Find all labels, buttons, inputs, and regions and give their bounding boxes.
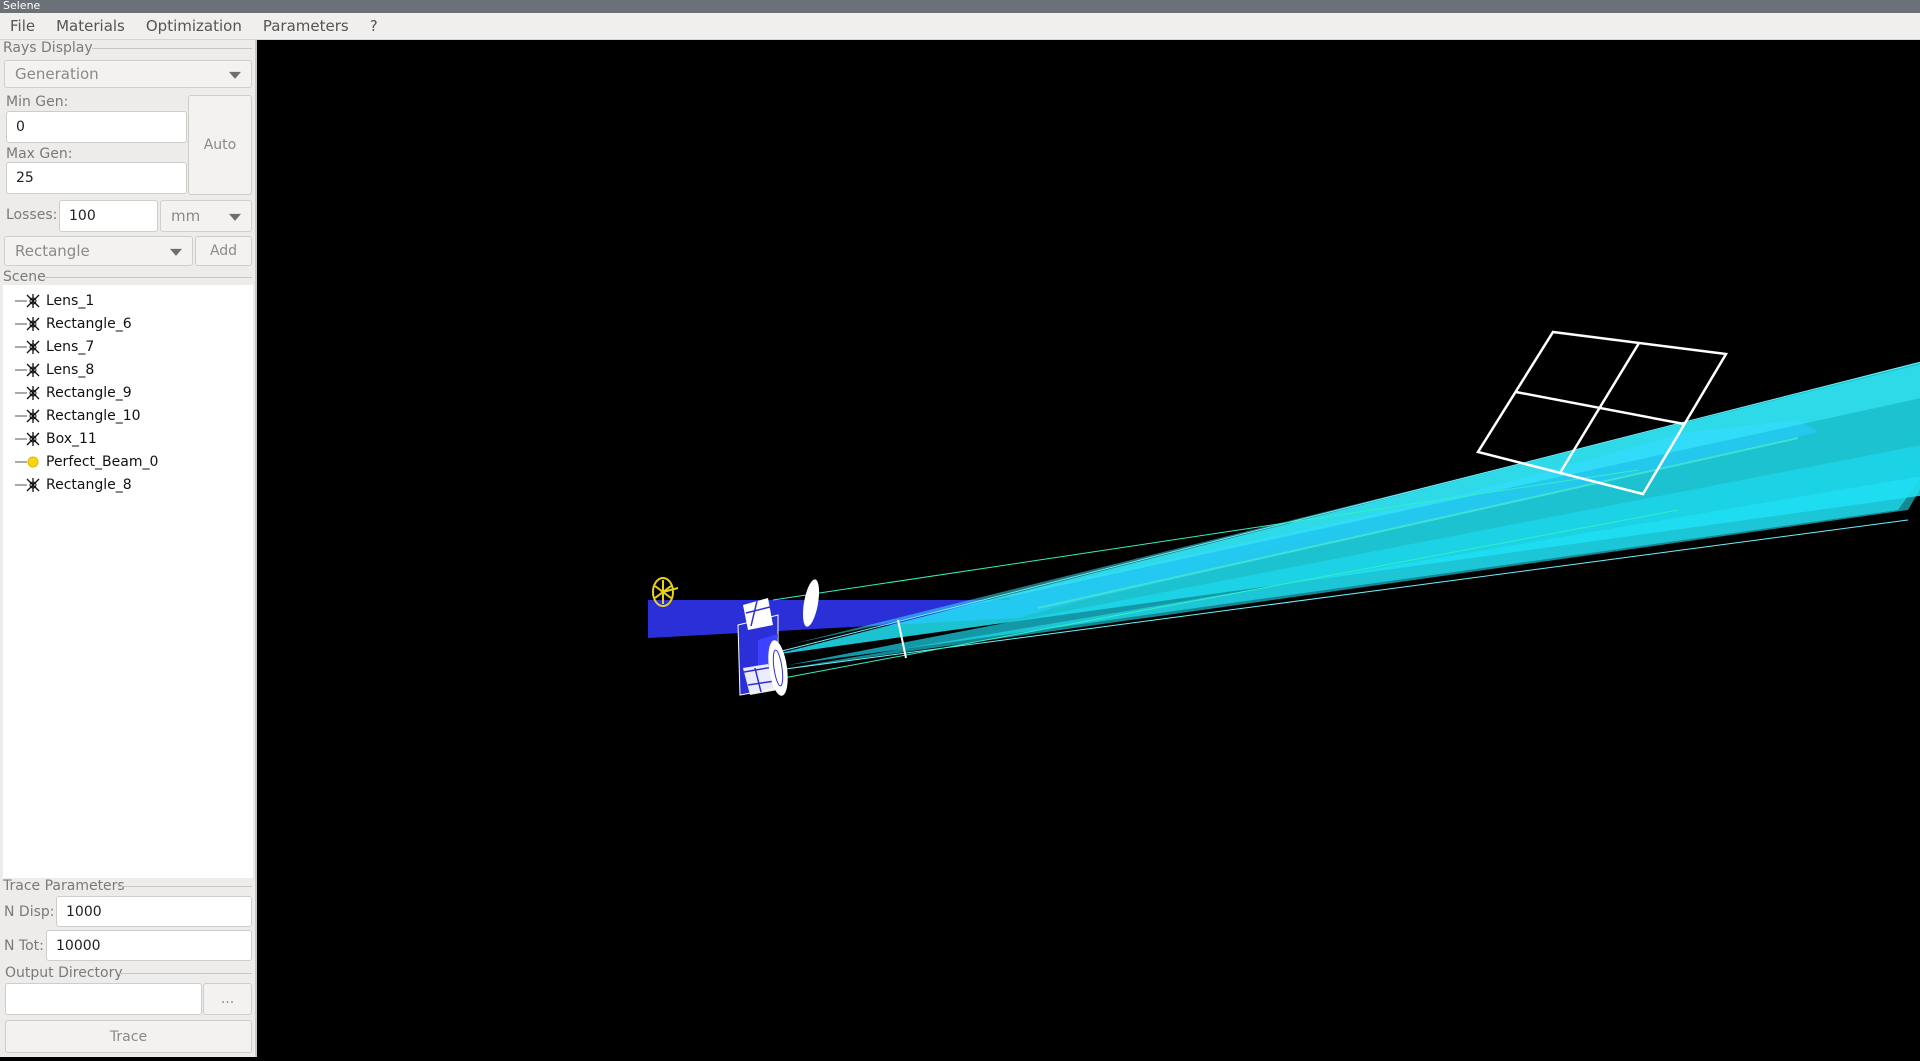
scene-item-label: Rectangle_9 [46,384,132,401]
rays-display-group-label: Rays Display [3,40,93,56]
menu-bar: File Materials Optimization Parameters ? [0,13,1920,40]
scene-item-rectangle-8[interactable]: Rectangle_8 [3,473,253,496]
object-type-value: Rectangle [15,242,90,260]
scene-item-rectangle-10[interactable]: Rectangle_10 [3,404,253,427]
scene-item-box-11[interactable]: Box_11 [3,427,253,450]
min-gen-value: 0 [16,119,25,135]
scene-item-label: Rectangle_10 [46,407,141,424]
max-gen-label: Max Gen: [6,146,73,162]
scene-item-lens-7[interactable]: Lens_7 [3,335,253,358]
scene-item-label: Box_11 [46,430,97,447]
scene-item-label: Lens_1 [46,292,95,309]
n-tot-input[interactable]: 10000 [46,930,252,961]
optical-element-icon [15,339,40,354]
chevron-down-icon [229,71,241,79]
add-object-button[interactable]: Add [195,236,252,266]
n-disp-input[interactable]: 1000 [56,896,252,927]
losses-value: 100 [69,208,96,224]
cyan-ray-fan [772,361,1920,681]
menu-optimization[interactable]: Optimization [136,17,253,35]
scene-item-label: Perfect_Beam_0 [46,453,159,470]
losses-unit-dropdown[interactable]: mm [160,200,252,232]
n-disp-value: 1000 [66,903,102,920]
group-divider [118,973,252,974]
object-type-dropdown[interactable]: Rectangle [4,236,193,266]
optical-element-icon [15,316,40,331]
losses-unit-value: mm [171,207,201,225]
rays-display-mode-dropdown[interactable]: Generation [4,60,252,88]
optical-element-icon [15,408,40,423]
trace-button-label: Trace [109,1028,148,1045]
window-title: Selene [3,0,41,12]
scene-tree[interactable]: Lens_1 Rectangle_6 Lens_7 Lens_8 Rectang… [3,285,253,878]
output-directory-group-label: Output Directory [5,965,123,981]
losses-input[interactable]: 100 [59,200,158,232]
losses-label: Losses: [6,207,58,223]
scene-item-rectangle-6[interactable]: Rectangle_6 [3,312,253,335]
light-source-icon [15,456,39,467]
group-divider [118,886,252,887]
scene-item-label: Rectangle_8 [46,476,132,493]
output-directory-input[interactable] [5,983,202,1015]
scene-group-label: Scene [3,269,46,285]
scene-item-lens-1[interactable]: Lens_1 [3,289,253,312]
optical-element-icon [15,431,40,446]
scene-3d-viewport[interactable] [258,40,1920,1057]
min-gen-label: Min Gen: [6,94,69,110]
group-divider [92,48,252,49]
n-tot-value: 10000 [56,937,101,954]
optical-element-icon [15,293,40,308]
scene-item-rectangle-9[interactable]: Rectangle_9 [3,381,253,404]
ray-trace-render[interactable] [258,40,1920,1057]
max-gen-input[interactable]: 25 [6,162,187,194]
browse-button-label: ... [220,991,235,1007]
trace-parameters-group-label: Trace Parameters [3,878,125,894]
rays-display-mode-value: Generation [15,65,99,83]
browse-button[interactable]: ... [203,983,252,1015]
menu-materials[interactable]: Materials [46,17,136,35]
n-tot-label: N Tot: [4,938,44,954]
optical-element-icon [15,385,40,400]
n-disp-label: N Disp: [4,904,55,920]
max-gen-value: 25 [16,170,34,186]
auto-button[interactable]: Auto [188,95,252,195]
chevron-down-icon [229,213,241,221]
group-divider [45,277,252,278]
trace-button[interactable]: Trace [5,1020,252,1053]
scene-item-lens-8[interactable]: Lens_8 [3,358,253,381]
scene-item-label: Rectangle_6 [46,315,132,332]
min-gen-input[interactable]: 0 [6,111,187,143]
menu-help[interactable]: ? [360,17,389,35]
scene-item-label: Lens_7 [46,338,95,355]
window-title-bar: Selene [0,0,1920,13]
optical-element-icon [15,477,40,492]
chevron-down-icon [170,248,182,256]
add-object-button-label: Add [209,243,238,259]
menu-file[interactable]: File [0,17,46,35]
optical-element-icon [15,362,40,377]
menu-parameters[interactable]: Parameters [253,17,360,35]
auto-button-label: Auto [203,137,237,153]
scene-item-perfect-beam-0[interactable]: Perfect_Beam_0 [3,450,253,473]
scene-item-label: Lens_8 [46,361,95,378]
